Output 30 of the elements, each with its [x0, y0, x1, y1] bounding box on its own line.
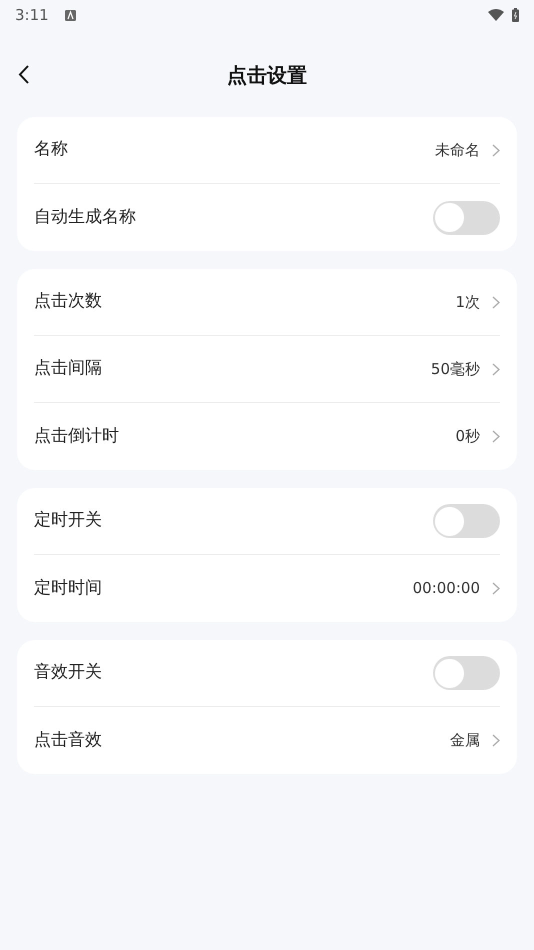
row-label: 定时时间 — [34, 576, 102, 600]
row-label: 点击音效 — [34, 728, 102, 752]
battery-icon — [512, 8, 519, 22]
row-label: 自动生成名称 — [34, 206, 136, 229]
wifi-icon — [488, 9, 504, 21]
back-icon — [18, 64, 28, 84]
chevron-right-icon — [492, 362, 500, 376]
toggle-switch[interactable] — [433, 656, 500, 690]
row-value: 50毫秒 — [430, 358, 480, 380]
notification-icon — [64, 10, 76, 20]
chevron-right-icon — [492, 296, 500, 308]
status-time: 3:11 — [15, 4, 49, 26]
chevron-right-icon — [492, 430, 500, 443]
row-value: 00:00:00 — [412, 578, 480, 600]
row-value: 0秒 — [455, 426, 480, 448]
row-value: 金属 — [450, 730, 480, 752]
chevron-right-icon — [492, 582, 500, 595]
row-label: 点击倒计时 — [34, 424, 119, 448]
toggle-switch[interactable] — [433, 504, 500, 538]
row-value: 未命名 — [435, 140, 480, 161]
row-value: 1次 — [455, 292, 480, 313]
row-label: 定时开关 — [34, 509, 102, 532]
chevron-right-icon — [492, 734, 500, 747]
toggle-switch[interactable] — [433, 200, 500, 234]
page-title: 点击设置 — [227, 62, 307, 88]
row-label: 名称 — [34, 138, 68, 162]
row-label: 点击次数 — [34, 290, 102, 314]
chevron-right-icon — [492, 144, 500, 156]
row-label: 音效开关 — [34, 661, 102, 684]
row-label: 点击间隔 — [34, 357, 102, 380]
